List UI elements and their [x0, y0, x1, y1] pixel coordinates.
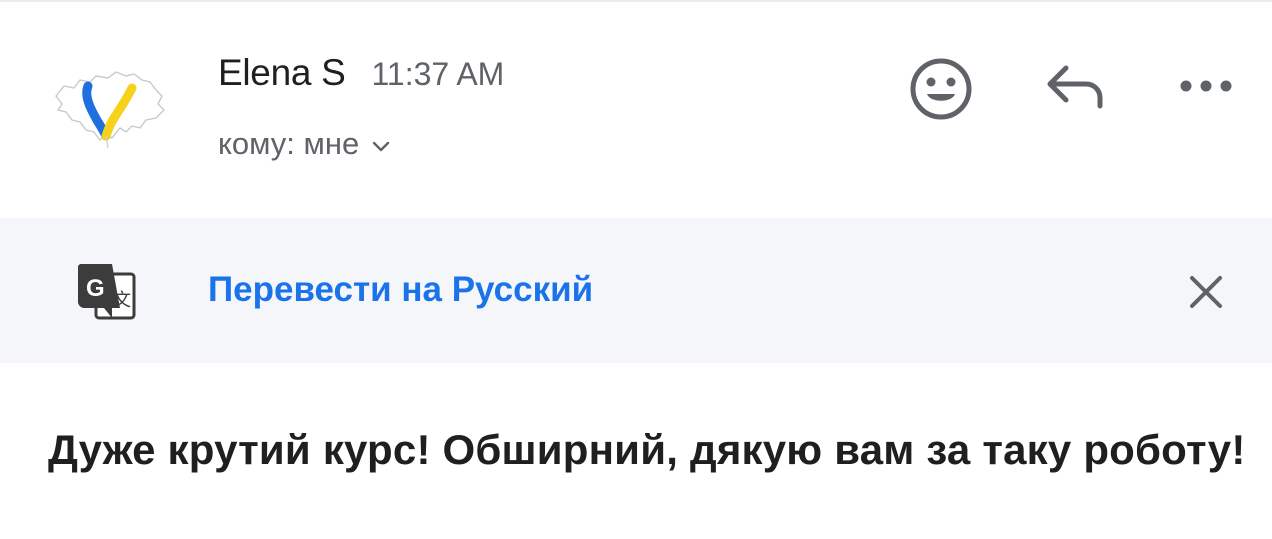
ukraine-heart-avatar-icon	[55, 71, 165, 149]
chevron-down-icon	[373, 141, 390, 152]
close-icon	[1190, 276, 1222, 308]
emoji-reaction-icon	[910, 58, 972, 120]
google-translate-icon: G 文	[78, 264, 136, 320]
message-header: Elena S 11:37 AM кому: мне	[0, 0, 1272, 218]
close-translate-button[interactable]	[1186, 272, 1226, 312]
more-options-button[interactable]	[1176, 74, 1236, 98]
reply-icon	[1047, 65, 1103, 109]
sender-avatar[interactable]	[50, 66, 168, 152]
google-translate-icon-wrap: G 文	[76, 262, 140, 322]
emoji-reaction-button[interactable]	[908, 56, 974, 122]
sender-name[interactable]: Elena S	[218, 52, 346, 94]
translate-banner: G 文 Перевести на Русский	[0, 218, 1272, 363]
message-body: Дуже крутий курс! Обширний, дякую вам за…	[48, 426, 1246, 473]
svg-text:文: 文	[113, 290, 131, 311]
recipient-label: кому: мне	[218, 126, 360, 161]
sender-row: Elena S 11:37 AM	[218, 52, 504, 94]
message-time: 11:37 AM	[371, 56, 505, 92]
translate-link[interactable]: Перевести на Русский	[208, 270, 593, 310]
more-horizontal-icon	[1180, 80, 1232, 92]
recipient-toggle[interactable]: кому: мне	[218, 126, 393, 162]
svg-text:G: G	[86, 275, 105, 302]
reply-button[interactable]	[1042, 60, 1106, 116]
